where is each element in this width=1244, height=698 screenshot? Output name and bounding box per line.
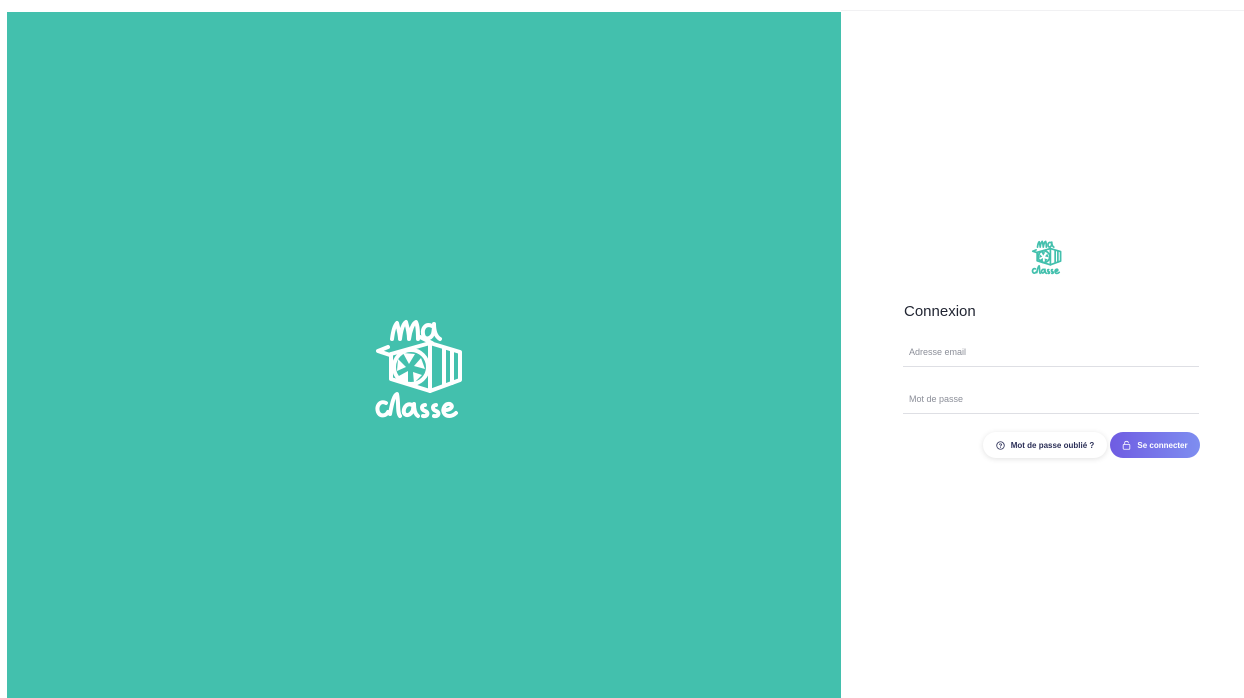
login-panel: Connexion Mot de passe oublié ? Se conne… [841, 12, 1244, 698]
ma-classe-small-logo [1031, 240, 1062, 275]
email-field-wrapper [903, 338, 1199, 367]
login-title: Connexion [904, 303, 976, 320]
password-field-wrapper [903, 385, 1199, 414]
forgot-password-label: Mot de passe oublié ? [1010, 440, 1095, 450]
login-button-label: Se connecter [1137, 440, 1188, 450]
help-circle-icon [996, 440, 1005, 450]
login-button[interactable]: Se connecter [1110, 432, 1200, 458]
brand-panel [7, 12, 841, 698]
login-page: Connexion Mot de passe oublié ? Se conne… [0, 0, 1244, 698]
email-input[interactable] [907, 340, 1197, 364]
forgot-password-button[interactable]: Mot de passe oublié ? [983, 432, 1107, 458]
top-divider [841, 10, 1244, 11]
ma-classe-logo [375, 320, 462, 419]
lock-icon [1123, 440, 1131, 450]
password-input[interactable] [907, 387, 1197, 411]
